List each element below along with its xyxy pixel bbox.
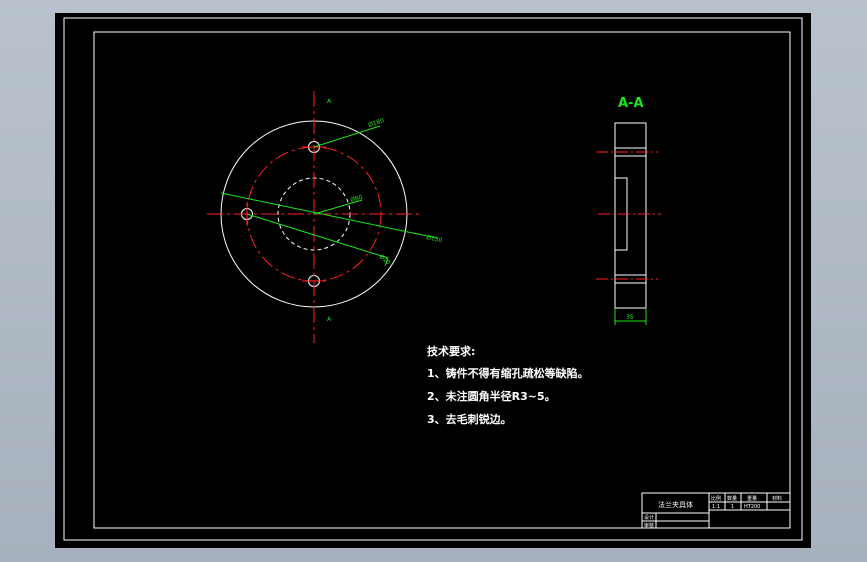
title-scale-value: 1:1 xyxy=(712,504,720,510)
cut-mark-bottom: A xyxy=(327,316,332,323)
front-view: Ø180 Ø80 Ø130 Ø10 A A xyxy=(207,91,443,343)
title-col-scale: 比例 xyxy=(711,495,721,502)
title-material-value: HT200 xyxy=(744,504,760,510)
notes-line-2: 2、未注圆角半径R3~5。 xyxy=(427,389,556,403)
title-block: 法兰夹具体 比例 数量 重量 材料 1:1 1 HT200 设计 审核 xyxy=(641,492,791,529)
section-label: A-A xyxy=(618,96,644,111)
section-view: A-A 35 xyxy=(596,96,661,325)
title-col-weight: 重量 xyxy=(747,495,757,502)
outer-frame xyxy=(63,17,803,541)
cad-drawing: Ø180 Ø80 Ø130 Ø10 A A A-A 35 技术要求: 1、铸件不… xyxy=(63,17,803,541)
title-qty-value: 1 xyxy=(731,504,734,510)
drawing-canvas[interactable]: Ø180 Ø80 Ø130 Ø10 A A A-A 35 技术要求: 1、铸件不… xyxy=(55,13,811,548)
dim-bolt-label: Ø130 xyxy=(426,234,443,244)
inner-frame xyxy=(93,31,791,529)
dim-bore-label: Ø80 xyxy=(350,194,364,204)
cut-mark-top: A xyxy=(327,98,332,105)
technical-notes: 技术要求: 1、铸件不得有缩孔疏松等缺陷。 2、未注圆角半径R3~5。 3、去毛… xyxy=(427,344,589,426)
leader-outer xyxy=(313,125,381,148)
notes-line-3: 3、去毛刺锐边。 xyxy=(427,412,512,426)
notes-title: 技术要求: xyxy=(427,344,475,358)
leader-hole xyxy=(246,213,389,259)
title-col-qty: 数量 xyxy=(727,495,737,502)
title-designer: 设计 xyxy=(644,514,654,521)
section-outline xyxy=(614,122,647,309)
dim-hole-label: Ø10 xyxy=(378,253,392,266)
title-checker: 审核 xyxy=(644,522,654,529)
title-part-name: 法兰夹具体 xyxy=(658,500,693,509)
notes-line-1: 1、铸件不得有缩孔疏松等缺陷。 xyxy=(427,366,589,380)
dim-thickness-label: 35 xyxy=(626,314,634,321)
title-col-material: 材料 xyxy=(772,495,782,502)
